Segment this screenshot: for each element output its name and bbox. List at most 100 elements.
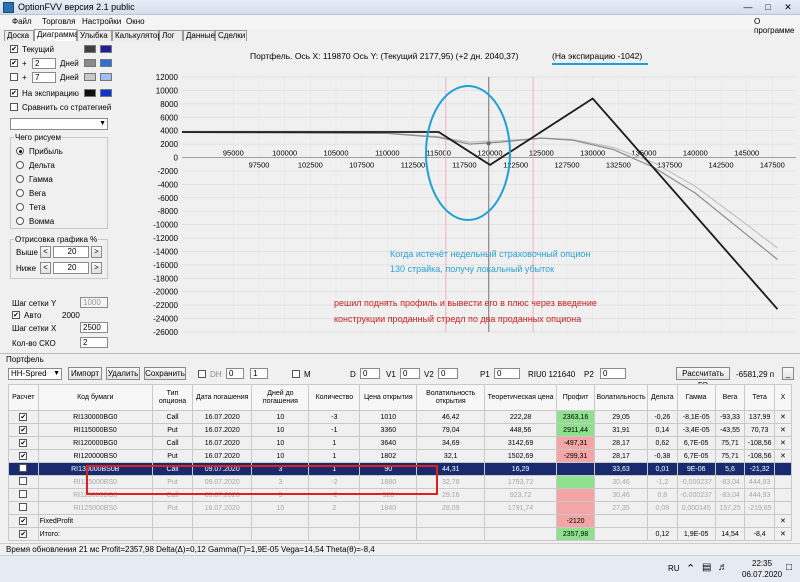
table-row[interactable]: ✔ FixedProfit -2120 ✕ [8, 514, 793, 528]
table-cell[interactable] [251, 527, 310, 541]
days1-color-swatch[interactable] [84, 59, 96, 67]
remove-row-icon[interactable] [773, 488, 793, 502]
table-cell[interactable]: 16.07.2020 [192, 410, 253, 424]
expiry-color-swatch[interactable] [84, 89, 96, 97]
row-checkbox[interactable] [8, 462, 39, 476]
row-check[interactable] [19, 490, 28, 498]
save-button[interactable]: Сохранить [144, 367, 186, 380]
table-cell[interactable]: 1802 [359, 449, 418, 463]
menu-window[interactable]: Окно [126, 17, 145, 26]
table-cell[interactable]: 1502,69 [484, 449, 558, 463]
profit-cell[interactable]: -2120 [556, 514, 596, 528]
table-cell[interactable]: 30,46 [594, 488, 648, 502]
auto-checkbox[interactable]: ✔ [12, 311, 20, 319]
table-cell[interactable]: -1 [308, 423, 361, 437]
profit-cell[interactable] [556, 488, 596, 502]
table-cell[interactable] [151, 514, 194, 528]
above-input[interactable]: 20 [53, 246, 89, 258]
table-cell[interactable]: Put [151, 449, 194, 463]
import-button[interactable]: Импорт [68, 367, 102, 380]
row-check[interactable]: ✔ [19, 439, 28, 447]
table-cell[interactable]: 32,1 [416, 449, 486, 463]
row-check[interactable]: ✔ [19, 452, 28, 460]
table-cell[interactable]: -83,04 [714, 475, 746, 489]
table-cell[interactable] [251, 514, 310, 528]
row-checkbox[interactable] [8, 501, 39, 515]
calculate-margin-button[interactable]: Рассчитать ГО [676, 367, 730, 390]
table-cell[interactable]: -3 [308, 410, 361, 424]
column-header[interactable]: Волатильность [594, 384, 648, 411]
expiry-color-swatch-2[interactable] [100, 89, 112, 97]
gridx-input[interactable]: 2500 [80, 322, 108, 333]
table-cell[interactable]: 0,62 [647, 436, 678, 450]
table-row[interactable]: ✔ RI130000BG0 Call 16.07.2020 10 -3 1010 46,42 2… [8, 410, 793, 424]
portfolio-select[interactable]: HH-Spred ▼ [8, 368, 62, 380]
sko-input[interactable]: 2 [80, 337, 108, 348]
table-cell[interactable] [744, 514, 775, 528]
column-header[interactable]: X [773, 384, 793, 411]
network-icon[interactable]: ▤ [702, 562, 711, 573]
profit-chart[interactable]: 12000 10000 8000 6000 4000 2000 0 -2000 -4000 -60… [122, 41, 796, 353]
row-check[interactable]: ✔ [19, 517, 28, 525]
p2-input[interactable]: 0 [600, 368, 626, 379]
gridy-input[interactable]: 1000 [80, 297, 108, 308]
remove-row-icon[interactable] [773, 462, 793, 476]
table-cell[interactable]: -43,55 [714, 423, 746, 437]
tab-data[interactable]: Данные [183, 30, 215, 41]
profit-cell[interactable]: -497,31 [556, 436, 596, 450]
column-header[interactable]: Волатильность открытия [416, 384, 486, 411]
current-color-swatch-2[interactable] [100, 45, 112, 53]
table-cell[interactable]: 31,91 [594, 423, 648, 437]
row-checkbox[interactable]: ✔ [8, 410, 39, 424]
tab-log[interactable]: Лог [159, 30, 183, 41]
current-color-swatch[interactable] [84, 45, 96, 53]
table-cell[interactable]: 1840 [359, 501, 418, 515]
table-cell[interactable]: 0,14 [647, 423, 678, 437]
days2-color-swatch-2[interactable] [100, 73, 112, 81]
table-cell[interactable]: -8,4 [744, 527, 775, 541]
column-header[interactable]: Расчет [8, 384, 39, 411]
table-cell[interactable] [647, 514, 678, 528]
table-cell[interactable]: -108,56 [744, 449, 775, 463]
table-cell[interactable]: 6,7E-05 [676, 449, 716, 463]
language-indicator[interactable]: RU [668, 564, 680, 573]
table-cell[interactable] [192, 527, 253, 541]
remove-row-icon[interactable]: ✕ [773, 410, 793, 424]
remove-row-icon[interactable]: ✕ [773, 436, 793, 450]
remove-row-icon[interactable] [773, 501, 793, 515]
v2-input[interactable]: 0 [438, 368, 458, 379]
below-increase-button[interactable]: > [91, 262, 102, 274]
column-header[interactable]: Тета [744, 384, 775, 411]
table-cell[interactable]: RI125000BS0 [37, 501, 153, 515]
remove-row-icon[interactable]: ✕ [773, 527, 793, 541]
row-check[interactable]: ✔ [19, 426, 28, 434]
minimize-window-button[interactable]: — [738, 1, 758, 13]
table-cell[interactable]: -3,4E-05 [676, 423, 716, 437]
table-cell[interactable]: 10 [251, 410, 310, 424]
column-header[interactable]: Код бумаги [37, 384, 153, 411]
table-cell[interactable]: 1010 [359, 410, 418, 424]
below-input[interactable]: 20 [53, 262, 89, 274]
notifications-icon[interactable]: □ [786, 562, 792, 573]
table-cell[interactable]: Put [151, 501, 194, 515]
table-cell[interactable]: 444,93 [744, 475, 775, 489]
m-checkbox[interactable] [292, 370, 300, 378]
p1-input[interactable]: 0 [494, 368, 520, 379]
table-cell[interactable]: 9E-06 [676, 462, 716, 476]
table-cell[interactable]: 10 [251, 423, 310, 437]
days2-color-swatch[interactable] [84, 73, 96, 81]
table-cell[interactable]: 28,09 [416, 501, 486, 515]
above-increase-button[interactable]: > [91, 246, 102, 258]
table-cell[interactable] [308, 514, 361, 528]
column-header[interactable]: Дата погашения [192, 384, 253, 411]
minimize-panel-button[interactable]: _ [782, 367, 794, 380]
table-cell[interactable]: 5,6 [714, 462, 746, 476]
row-checkbox[interactable]: ✔ [8, 449, 39, 463]
table-cell[interactable]: 923,72 [484, 488, 558, 502]
radio-gamma[interactable] [16, 175, 24, 183]
table-cell[interactable]: 1791,74 [484, 501, 558, 515]
table-cell[interactable]: 75,71 [714, 436, 746, 450]
table-row[interactable]: ✔ RI115000BS0 Put 16.07.2020 10 -1 3360 79,04 44… [8, 423, 793, 437]
table-cell[interactable]: 79,04 [416, 423, 486, 437]
days2-checkbox[interactable] [10, 73, 18, 81]
